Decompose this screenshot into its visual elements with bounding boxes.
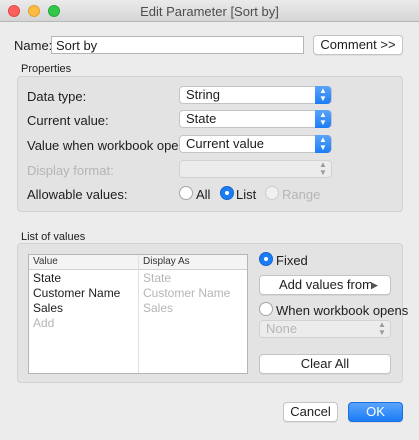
radio-all[interactable] xyxy=(179,186,193,200)
data-type-value: String xyxy=(186,87,220,102)
radio-list-label: List xyxy=(236,187,257,202)
ok-button[interactable]: OK xyxy=(348,402,403,422)
play-arrow-icon: ▶ xyxy=(371,280,378,290)
row-value[interactable]: Customer Name xyxy=(33,286,120,301)
updown-arrows-icon: ▲ ▼ xyxy=(315,135,331,153)
values-table[interactable]: Value Display As State State Customer Na… xyxy=(28,254,248,374)
add-values-from-label: Add values from xyxy=(279,277,373,292)
value-when-opens-value: Current value xyxy=(186,136,265,151)
column-header-value[interactable]: Value xyxy=(33,256,58,267)
column-header-display-as[interactable]: Display As xyxy=(143,256,190,267)
updown-arrows-icon: ▲ ▼ xyxy=(315,110,331,128)
radio-when-workbook-opens-label: When workbook opens xyxy=(276,303,409,318)
window-title: Edit Parameter [Sort by] xyxy=(140,4,279,19)
row-display-as[interactable]: Customer Name xyxy=(143,286,230,301)
radio-range xyxy=(265,186,279,200)
current-value-value: State xyxy=(186,111,217,126)
data-type-select[interactable]: String ▲ ▼ xyxy=(179,86,332,104)
display-format-select: ▲ ▼ xyxy=(179,160,332,178)
display-format-label: Display format: xyxy=(27,163,114,178)
table-row-add[interactable]: Add xyxy=(29,316,247,331)
row-value[interactable]: Sales xyxy=(33,301,63,316)
updown-arrows-icon: ▲ ▼ xyxy=(315,86,331,104)
row-display-as[interactable]: Sales xyxy=(143,301,173,316)
table-row[interactable]: State State xyxy=(29,271,247,286)
data-type-label: Data type: xyxy=(27,89,87,104)
radio-when-workbook-opens[interactable] xyxy=(259,302,273,316)
cancel-button[interactable]: Cancel xyxy=(283,402,338,422)
radio-range-label: Range xyxy=(282,187,321,202)
clear-all-button[interactable]: Clear All xyxy=(259,354,391,374)
list-of-values-title: List of values xyxy=(21,231,86,243)
current-value-select[interactable]: State ▲ ▼ xyxy=(179,110,332,128)
title-bar: Edit Parameter [Sort by] xyxy=(0,0,419,22)
allowable-values-label: Allowable values: xyxy=(27,187,128,202)
current-value-label: Current value: xyxy=(27,113,109,128)
when-opens-value: None xyxy=(266,321,298,336)
radio-fixed-label: Fixed xyxy=(276,253,308,268)
when-opens-select: None ▲ ▼ xyxy=(259,320,391,338)
updown-arrows-icon: ▲ ▼ xyxy=(319,160,327,177)
name-input[interactable]: Sort by xyxy=(51,36,304,54)
add-values-from-button[interactable]: Add values from ▶ xyxy=(259,275,391,295)
updown-arrows-icon: ▲ ▼ xyxy=(378,320,386,337)
comment-button[interactable]: Comment >> xyxy=(313,35,403,55)
radio-all-label: All xyxy=(196,187,211,202)
value-when-opens-label: Value when workbook opens: xyxy=(27,138,196,153)
table-row[interactable]: Customer Name Customer Name xyxy=(29,286,247,301)
value-when-opens-select[interactable]: Current value ▲ ▼ xyxy=(179,135,332,153)
table-row[interactable]: Sales Sales xyxy=(29,301,247,316)
radio-fixed[interactable] xyxy=(259,252,273,266)
radio-list[interactable] xyxy=(220,186,234,200)
row-display-as[interactable]: State xyxy=(143,271,171,286)
add-row-placeholder[interactable]: Add xyxy=(33,316,54,331)
row-value[interactable]: State xyxy=(33,271,61,286)
properties-title: Properties xyxy=(21,63,72,75)
name-label: Name: xyxy=(14,38,53,53)
